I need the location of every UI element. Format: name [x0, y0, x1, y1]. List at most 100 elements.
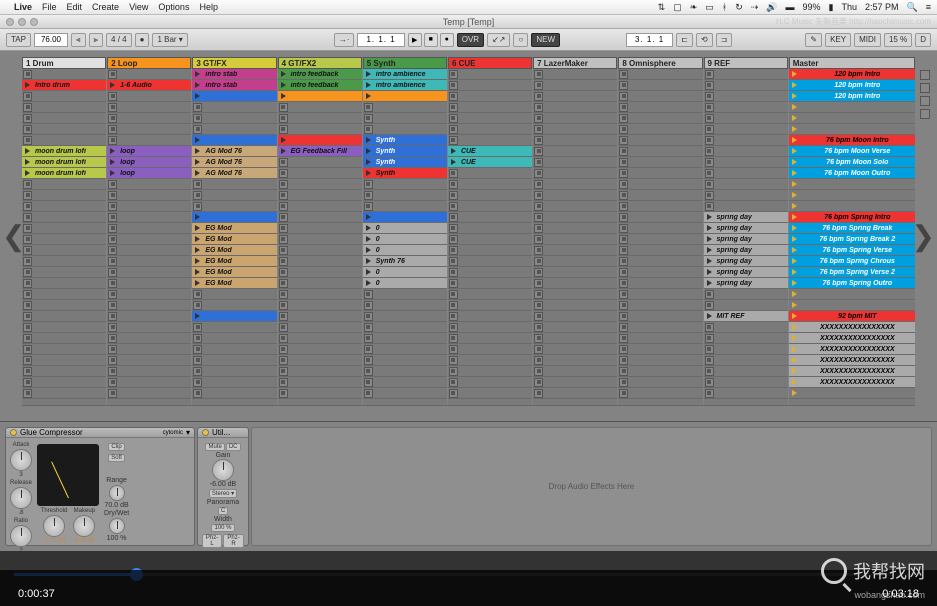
clip-stop-icon[interactable]	[619, 81, 628, 90]
clip-slot[interactable]	[22, 91, 106, 102]
clip-slot[interactable]	[448, 135, 532, 146]
clip-slot[interactable]	[192, 311, 276, 322]
clip-slot[interactable]	[192, 366, 276, 377]
clip-stop-icon[interactable]	[449, 323, 458, 332]
clip-stop-icon[interactable]	[619, 257, 628, 266]
clip-slot[interactable]	[278, 223, 362, 234]
clip-slot[interactable]: loop	[107, 146, 191, 157]
clip-slot[interactable]	[704, 168, 788, 179]
clip-slot[interactable]	[278, 124, 362, 135]
clip-slot[interactable]: moon drum lofi	[22, 146, 106, 157]
clip-stop-icon[interactable]	[534, 257, 543, 266]
clip-slot[interactable]	[107, 300, 191, 311]
clip-stop-icon[interactable]	[23, 301, 32, 310]
clip-slot[interactable]	[107, 278, 191, 289]
clip-stop-icon[interactable]	[193, 378, 202, 387]
clip-slot[interactable]	[278, 366, 362, 377]
clip-play-icon[interactable]	[279, 147, 288, 156]
clip-slot[interactable]: intro ambience	[363, 80, 447, 91]
clip-slot[interactable]	[618, 102, 702, 113]
clip-stop-icon[interactable]	[23, 180, 32, 189]
scene-slot[interactable]: 76 bpm Spring Chrous	[789, 256, 915, 267]
clip-stop-icon[interactable]	[23, 191, 32, 200]
scene-slot[interactable]	[789, 102, 915, 113]
clip-slot[interactable]	[618, 69, 702, 80]
clip-play-icon[interactable]	[364, 70, 373, 79]
gain-value[interactable]: -6.00 dB	[210, 481, 236, 488]
clip-slot[interactable]	[533, 168, 617, 179]
clip-slot[interactable]	[533, 212, 617, 223]
clip-slot[interactable]	[107, 124, 191, 135]
clip-stop-icon[interactable]	[705, 169, 714, 178]
clip-stop-icon[interactable]	[705, 136, 714, 145]
clip-stop-icon[interactable]	[279, 235, 288, 244]
clip-play-icon[interactable]	[705, 312, 714, 321]
menu-options[interactable]: Options	[158, 2, 189, 12]
clip-stop-icon[interactable]	[108, 125, 117, 134]
overdub-button[interactable]: OVR	[457, 33, 484, 47]
clip-play-icon[interactable]	[108, 169, 117, 178]
clip-slot[interactable]	[278, 102, 362, 113]
scene-play-icon[interactable]	[790, 334, 799, 343]
status-bluetooth-icon[interactable]: ᚼ	[722, 2, 727, 12]
clip-stop-icon[interactable]	[705, 70, 714, 79]
clip-slot[interactable]	[618, 245, 702, 256]
clip-slot[interactable]	[618, 388, 702, 399]
clip-stop-icon[interactable]	[449, 114, 458, 123]
clip-play-icon[interactable]	[193, 92, 202, 101]
clip-stop-icon[interactable]	[449, 169, 458, 178]
status-battery[interactable]: 99%	[803, 2, 821, 12]
clip-stop-icon[interactable]	[619, 103, 628, 112]
clip-stop-icon[interactable]	[279, 257, 288, 266]
scene-slot[interactable]: 76 bpm Spring Break	[789, 223, 915, 234]
clip-stop-icon[interactable]	[619, 224, 628, 233]
clip-slot[interactable]	[704, 146, 788, 157]
clip-stop-icon[interactable]	[619, 213, 628, 222]
clip-play-icon[interactable]	[193, 235, 202, 244]
clip-slot[interactable]	[618, 124, 702, 135]
clip-slot[interactable]	[278, 113, 362, 124]
clip-slot[interactable]: EG Mod	[192, 256, 276, 267]
clip-stop-icon[interactable]	[23, 103, 32, 112]
clip-slot[interactable]	[278, 388, 362, 399]
clip-stop-icon[interactable]	[705, 158, 714, 167]
clip-slot[interactable]	[278, 344, 362, 355]
clip-slot[interactable]	[618, 201, 702, 212]
clip-slot[interactable]	[107, 388, 191, 399]
clip-slot[interactable]: spring day	[704, 278, 788, 289]
threshold-knob[interactable]	[43, 515, 65, 537]
clip-stop-icon[interactable]	[534, 103, 543, 112]
clip-play-icon[interactable]	[193, 81, 202, 90]
clip-slot[interactable]	[278, 91, 362, 102]
clip-stop-icon[interactable]	[534, 125, 543, 134]
clip-play-icon[interactable]	[364, 279, 373, 288]
clip-slot[interactable]: spring day	[704, 234, 788, 245]
clip-play-icon[interactable]	[108, 158, 117, 167]
clip-play-icon[interactable]	[364, 257, 373, 266]
device-activator-button[interactable]	[10, 429, 17, 436]
menu-view[interactable]: View	[129, 2, 148, 12]
clip-slot[interactable]	[448, 91, 532, 102]
mixer-toggle[interactable]	[920, 109, 930, 119]
clip-stop-icon[interactable]	[534, 70, 543, 79]
clip-stop-icon[interactable]	[279, 378, 288, 387]
clip-slot[interactable]	[618, 190, 702, 201]
clip-slot[interactable]	[363, 113, 447, 124]
scene-slot[interactable]: 76 bpm Moon Verse	[789, 146, 915, 157]
clip-stop-icon[interactable]	[108, 345, 117, 354]
clip-play-icon[interactable]	[364, 81, 373, 90]
clip-stop-icon[interactable]	[23, 290, 32, 299]
clip-stop-icon[interactable]	[108, 378, 117, 387]
clip-slot[interactable]	[192, 190, 276, 201]
track-header[interactable]: 6 CUE	[448, 57, 532, 69]
clip-stop-icon[interactable]	[534, 202, 543, 211]
clip-slot[interactable]	[533, 201, 617, 212]
scene-play-icon[interactable]	[790, 257, 799, 266]
clip-slot[interactable]	[704, 179, 788, 190]
clip-slot[interactable]	[533, 344, 617, 355]
clip-slot[interactable]	[107, 322, 191, 333]
range-knob[interactable]	[109, 485, 125, 501]
clip-slot[interactable]	[533, 69, 617, 80]
clip-play-icon[interactable]	[364, 224, 373, 233]
clip-slot[interactable]	[533, 256, 617, 267]
